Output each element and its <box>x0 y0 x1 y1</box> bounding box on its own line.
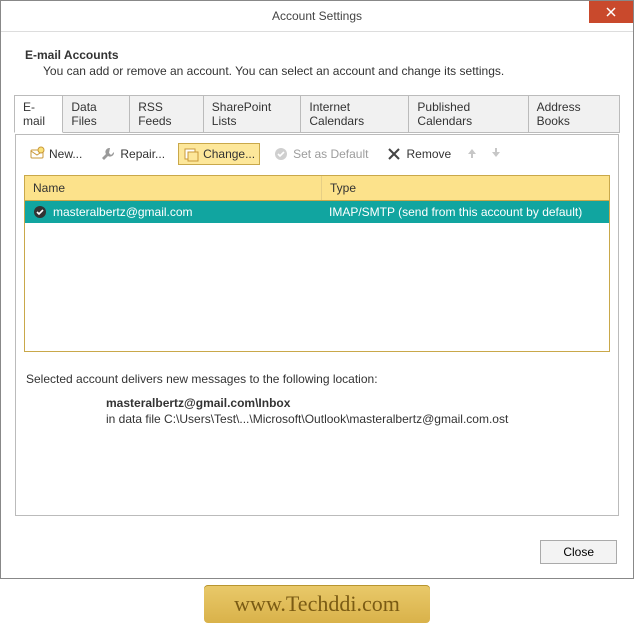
set-default-label: Set as Default <box>293 147 368 161</box>
titlebar: Account Settings <box>1 1 633 32</box>
move-up-button <box>464 147 480 162</box>
delivery-location: masteralbertz@gmail.com\Inbox in data fi… <box>106 396 608 426</box>
dialog-body: E-mail Accounts You can add or remove an… <box>1 32 633 530</box>
toolbar: New... Repair... Change... <box>16 135 618 171</box>
tab-email[interactable]: E-mail <box>14 95 63 133</box>
account-type: IMAP/SMTP (send from this account by def… <box>329 205 582 219</box>
repair-button[interactable]: Repair... <box>95 143 170 165</box>
window-title: Account Settings <box>272 9 362 23</box>
change-icon <box>183 146 199 162</box>
delivery-folder: masteralbertz@gmail.com\Inbox <box>106 396 608 410</box>
close-icon <box>606 7 616 17</box>
repair-icon <box>100 146 116 162</box>
change-button[interactable]: Change... <box>178 143 260 165</box>
column-header-name[interactable]: Name <box>25 176 322 200</box>
set-default-button: Set as Default <box>268 143 373 165</box>
dialog-button-bar: Close <box>1 530 633 578</box>
new-label: New... <box>49 147 82 161</box>
accounts-list: Name Type masteralbertz@gmail.com <box>24 175 610 352</box>
tab-rss-feeds[interactable]: RSS Feeds <box>129 95 204 133</box>
tab-sharepoint-lists[interactable]: SharePoint Lists <box>203 95 302 133</box>
new-icon <box>29 146 45 162</box>
repair-label: Repair... <box>120 147 165 161</box>
accounts-list-body: masteralbertz@gmail.com IMAP/SMTP (send … <box>25 201 609 351</box>
move-down-button <box>488 147 504 162</box>
delivery-datafile: in data file C:\Users\Test\...\Microsoft… <box>106 412 608 426</box>
watermark-wrap: www.Techddi.com <box>0 579 634 623</box>
tab-published-calendars[interactable]: Published Calendars <box>408 95 528 133</box>
account-settings-window: Account Settings E-mail Accounts You can… <box>0 0 634 579</box>
new-button[interactable]: New... <box>24 143 87 165</box>
section-title: E-mail Accounts <box>25 48 619 62</box>
tab-address-books[interactable]: Address Books <box>528 95 620 133</box>
tab-panel-email: New... Repair... Change... <box>15 134 619 516</box>
watermark: www.Techddi.com <box>204 585 430 623</box>
tabs: E-mail Data Files RSS Feeds SharePoint L… <box>14 95 619 133</box>
default-account-icon <box>33 205 47 219</box>
remove-label: Remove <box>406 147 451 161</box>
arrow-down-icon <box>490 147 502 159</box>
accounts-list-header: Name Type <box>25 176 609 201</box>
window-close-button[interactable] <box>589 1 633 23</box>
tab-data-files[interactable]: Data Files <box>62 95 130 133</box>
check-circle-icon <box>273 146 289 162</box>
arrow-up-icon <box>466 147 478 159</box>
column-header-type[interactable]: Type <box>322 176 609 200</box>
section-description: You can add or remove an account. You ca… <box>43 64 619 78</box>
account-name: masteralbertz@gmail.com <box>53 205 193 219</box>
remove-button[interactable]: Remove <box>381 143 456 165</box>
close-button[interactable]: Close <box>540 540 617 564</box>
remove-icon <box>386 146 402 162</box>
change-label: Change... <box>203 147 255 161</box>
tab-internet-calendars[interactable]: Internet Calendars <box>300 95 409 133</box>
delivery-intro: Selected account delivers new messages t… <box>26 372 608 386</box>
account-row[interactable]: masteralbertz@gmail.com IMAP/SMTP (send … <box>25 201 609 223</box>
